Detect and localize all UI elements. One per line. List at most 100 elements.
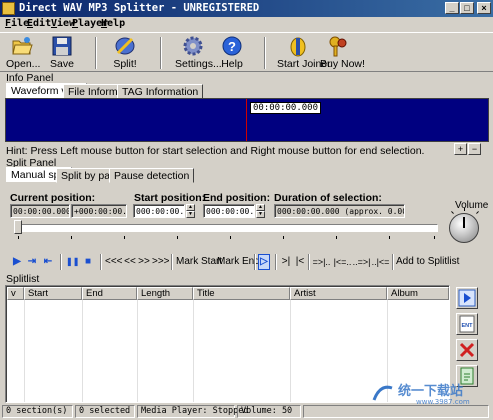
folder-open-icon	[11, 35, 33, 57]
play-list-item-button[interactable]	[456, 287, 478, 309]
start-position-input[interactable]: 000:00:00.000	[133, 204, 185, 218]
play-button[interactable]: ▶	[12, 255, 22, 269]
jump-back-start-button[interactable]: |<=..	[333, 255, 352, 269]
slider-tick	[71, 236, 72, 239]
jump-back-end-button[interactable]: ..|<=	[371, 255, 390, 269]
column-header-v[interactable]: v	[7, 287, 24, 300]
zoom-in-icon: +	[457, 144, 464, 154]
pause-icon: ❚❚	[66, 257, 80, 266]
column-divider	[24, 300, 25, 402]
end-position-input[interactable]: 000:00:00.000	[203, 204, 255, 218]
column-header-title[interactable]: Title	[193, 287, 290, 300]
delete-list-item-button[interactable]	[456, 339, 478, 361]
zoom-out-button[interactable]: −	[468, 143, 481, 155]
control-separator	[171, 254, 173, 270]
jump-forward-end-button[interactable]: ..=>|	[352, 255, 371, 269]
start-position-spinner[interactable]: ▲ ▼	[186, 204, 195, 218]
goto-start-button[interactable]: >|	[280, 255, 292, 269]
column-header-album[interactable]: Album	[387, 287, 449, 300]
end-position-spinner[interactable]: ▲ ▼	[256, 204, 265, 218]
menu-help[interactable]: Help	[101, 18, 125, 29]
zoom-out-icon: −	[471, 144, 478, 154]
status-empty	[303, 405, 489, 418]
stop-button[interactable]: ■	[82, 255, 94, 269]
help-button[interactable]: ? Help	[219, 35, 245, 70]
volume-knob[interactable]	[449, 213, 479, 243]
slider-tick	[434, 236, 435, 239]
toolbar: Open... Save Split! Settings... ? Help S…	[0, 32, 493, 72]
add-to-splitlist-button[interactable]: Add to Splitlist	[396, 255, 459, 269]
edit-list-item-button[interactable]: ENT	[456, 313, 478, 335]
column-header-end[interactable]: End	[82, 287, 137, 300]
knob-tick	[476, 211, 479, 214]
end-position-label: End position:	[203, 192, 271, 204]
column-header-artist[interactable]: Artist	[290, 287, 387, 300]
mark-start-button[interactable]: Mark Start	[176, 255, 222, 269]
loop-button[interactable]: ▷	[258, 254, 270, 270]
play-icon	[458, 289, 476, 307]
open-button[interactable]: Open...	[6, 35, 40, 70]
jump-forward-start-button[interactable]: =>|..	[312, 255, 331, 269]
pause-button[interactable]: ❚❚	[66, 255, 80, 269]
slider-tick	[177, 236, 178, 239]
menu-bar: File Edit View Player Help	[0, 17, 493, 32]
play-selection-icon: ⇥	[27, 256, 37, 267]
forward-button[interactable]: >>	[138, 255, 150, 269]
rewind-button[interactable]: <<	[124, 255, 136, 269]
start-joiner-button[interactable]: Start Joiner	[277, 35, 331, 70]
joiner-icon	[287, 35, 309, 57]
gear-icon	[182, 35, 204, 57]
knob-pointer	[463, 217, 465, 228]
duration-label: Duration of selection:	[274, 192, 382, 204]
zoom-in-button[interactable]: +	[454, 143, 467, 155]
keys-icon	[327, 35, 349, 57]
split-button[interactable]: Split!	[110, 35, 140, 70]
status-selected: 0 selected	[75, 405, 135, 418]
control-separator	[254, 254, 256, 270]
forward-fast-button[interactable]: >>>	[152, 255, 170, 269]
column-header-length[interactable]: Length	[137, 287, 193, 300]
spin-up-icon[interactable]: ▲	[256, 204, 265, 211]
control-separator	[308, 254, 310, 270]
svg-text:?: ?	[228, 39, 236, 54]
save-button[interactable]: Save	[48, 35, 76, 70]
start-position-label: Start position:	[134, 192, 206, 204]
play-to-end-button[interactable]: ⇤	[43, 255, 53, 269]
current-position-label: Current position:	[10, 192, 96, 204]
app-icon[interactable]	[2, 2, 15, 15]
title-bar: Direct WAV MP3 Splitter - UNREGISTERED _…	[0, 0, 493, 17]
play-icon: ▶	[13, 256, 21, 267]
waveform-view[interactable]: 00:00:00.000	[5, 98, 489, 142]
position-marker[interactable]	[246, 99, 247, 141]
control-separator	[60, 254, 62, 270]
spin-up-icon[interactable]: ▲	[186, 204, 195, 211]
position-slider-track[interactable]	[14, 224, 438, 232]
status-sections: 0 section(s)	[2, 405, 73, 418]
column-divider	[290, 300, 291, 402]
buy-now-button[interactable]: Buy Now!	[320, 35, 365, 70]
column-header-start[interactable]: Start	[24, 287, 82, 300]
help-icon: ?	[221, 35, 243, 57]
status-player: Media Player: Stopped	[137, 405, 248, 418]
tab-pause-detection[interactable]: Pause detection	[109, 168, 195, 183]
spin-down-icon[interactable]: ▼	[256, 211, 265, 218]
maximize-button[interactable]: □	[460, 2, 474, 14]
menu-file[interactable]: File	[5, 18, 29, 29]
menu-edit[interactable]: Edit	[27, 18, 51, 29]
minimize-button[interactable]: _	[445, 2, 459, 14]
position-slider-thumb[interactable]	[14, 220, 22, 234]
goto-end-button[interactable]: |<	[294, 255, 306, 269]
settings-button[interactable]: Settings...	[175, 35, 222, 70]
mark-end-button[interactable]: Mark End	[217, 255, 260, 269]
rewind-fast-button[interactable]: <<<	[105, 255, 123, 269]
spin-down-icon[interactable]: ▼	[186, 211, 195, 218]
toolbar-separator	[95, 37, 97, 69]
svg-text:统一下载站: 统一下载站	[398, 383, 463, 399]
status-volume: Volume: 50	[237, 405, 301, 418]
slider-tick	[124, 236, 125, 239]
delete-x-icon	[459, 342, 475, 358]
play-selection-button[interactable]: ⇥	[27, 255, 37, 269]
close-button[interactable]: ×	[477, 2, 491, 14]
tab-tag-information[interactable]: TAG Information	[117, 84, 204, 99]
splitlist-label: Splitlist	[6, 273, 40, 285]
